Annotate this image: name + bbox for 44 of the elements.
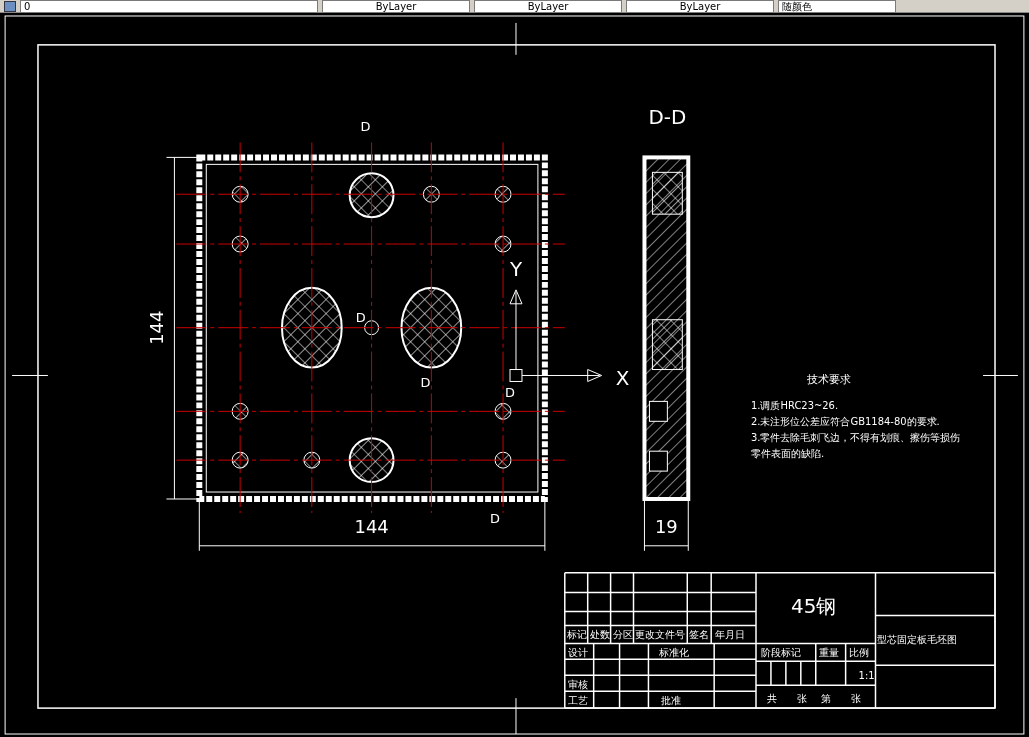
title-block-label: 分区 <box>612 629 633 641</box>
lineweight-dropdown[interactable]: ByLayer <box>626 0 774 13</box>
section-label: D <box>355 309 366 325</box>
plot-style-dropdown[interactable]: 随颜色 <box>778 0 896 13</box>
scale-value: 1:1 <box>858 670 875 682</box>
dimension-text: 144 <box>354 515 389 537</box>
title-block-label: 设计 <box>567 647 588 659</box>
title-block-label: 张 <box>796 693 807 705</box>
note-line: 零件表面的缺陷. <box>751 448 825 460</box>
section-view-title: D-D <box>648 105 687 129</box>
title-block-label: 重量 <box>818 647 839 659</box>
title-block-label: 阶段标记 <box>761 647 801 659</box>
note-line: 1.调质HRC23~26. <box>751 400 839 412</box>
title-block-label: 处数 <box>589 629 610 641</box>
title-block-label: 共 <box>766 693 777 705</box>
axis-label: X <box>615 367 630 391</box>
title-block-label: 更改文件号 <box>635 629 686 641</box>
title-block-label: 标准化 <box>659 647 690 659</box>
section-label: D <box>420 375 431 391</box>
title-block-label: 比例 <box>848 647 869 659</box>
axis-label: Y <box>509 257 523 281</box>
note-line: 3.零件去除毛刺飞边，不得有划痕、擦伤等损伤 <box>751 432 961 444</box>
note-line: 2.未注形位公差应符合GB1184-80的要求. <box>751 416 940 428</box>
title-block-label: 审核 <box>567 679 588 691</box>
title-block-label: 标记 <box>566 629 587 641</box>
section-label: D <box>490 510 501 526</box>
layer-dropdown[interactable]: 0 <box>20 0 318 13</box>
linetype-dropdown[interactable]: ByLayer <box>474 0 622 13</box>
title-block-label: 第 <box>820 693 831 705</box>
dimension-text: 144 <box>146 310 168 345</box>
drawing-name: 型芯固定板毛坯图 <box>877 634 958 646</box>
title-block-label: 张 <box>850 693 861 705</box>
dimension-text: 19 <box>654 515 678 537</box>
title-block-label: 年月日 <box>715 629 746 641</box>
title-block-label: 批准 <box>661 695 682 707</box>
title-block-label: 签名 <box>689 629 710 641</box>
section-label: D <box>360 118 371 134</box>
material-text: 45钢 <box>791 594 837 618</box>
notes-title: 技术要求 <box>806 373 851 387</box>
color-dropdown[interactable]: ByLayer <box>322 0 470 13</box>
section-label: D <box>505 385 515 401</box>
title-block-label: 工艺 <box>567 695 588 707</box>
layers-icon[interactable] <box>4 0 16 12</box>
ucs-axis-icon <box>509 289 603 382</box>
